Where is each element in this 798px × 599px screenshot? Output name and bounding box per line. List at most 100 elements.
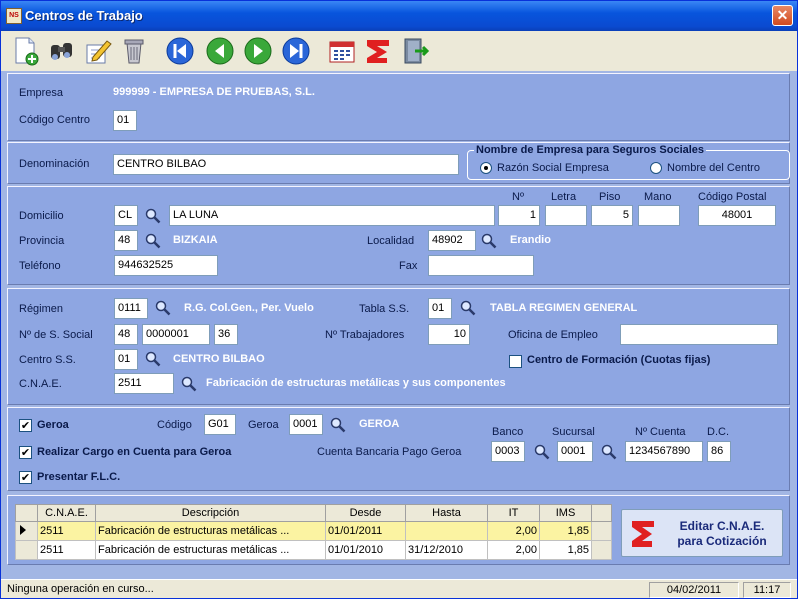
table-header-desde[interactable]: Desde xyxy=(325,504,406,522)
fax-label: Fax xyxy=(399,260,418,272)
cnae-label: C.N.A.E. xyxy=(19,378,62,390)
empresa-value: 999999 - EMPRESA DE PRUEBAS, S.L. xyxy=(113,86,315,98)
regimen-desc: R.G. Col.Gen., Per. Vuelo xyxy=(184,302,314,314)
table-row[interactable]: 2511 Fabricación de estructuras metálica… xyxy=(15,540,612,560)
table-header-descripcion[interactable]: Descripción xyxy=(95,504,326,522)
calendar-icon[interactable] xyxy=(327,35,357,67)
trabajadores-label: Nº Trabajadores xyxy=(325,329,405,341)
localidad-search-icon[interactable] xyxy=(481,233,497,249)
nss-part1-input[interactable]: 48 xyxy=(114,324,138,345)
telefono-input[interactable]: 944632525 xyxy=(114,255,218,276)
trabajadores-input[interactable]: 10 xyxy=(428,324,470,345)
localidad-code-input[interactable]: 48902 xyxy=(428,230,476,251)
geroa-codigo-label: Código xyxy=(157,419,192,431)
oficina-empleo-input[interactable] xyxy=(620,324,778,345)
centro-formacion-checkbox[interactable] xyxy=(509,355,522,368)
sucursal-input[interactable]: 0001 xyxy=(557,441,593,462)
via-type-input[interactable]: CL xyxy=(114,205,138,226)
tariff-logo-icon[interactable] xyxy=(363,35,393,67)
table-header-hasta[interactable]: Hasta xyxy=(405,504,488,522)
table-header-it[interactable]: IT xyxy=(487,504,540,522)
last-record-icon[interactable] xyxy=(281,35,311,67)
razon-social-radio[interactable] xyxy=(480,162,492,174)
table-row[interactable]: 2511 Fabricación de estructuras metálica… xyxy=(15,521,612,541)
regimen-search-icon[interactable] xyxy=(155,300,171,316)
dc-input[interactable]: 86 xyxy=(707,441,731,462)
cell-desde[interactable]: 01/01/2010 xyxy=(325,540,406,560)
numero-input[interactable]: 1 xyxy=(498,205,540,226)
cuenta-num-input[interactable]: 1234567890 xyxy=(625,441,703,462)
mano-input[interactable] xyxy=(638,205,680,226)
cell-cnae[interactable]: 2511 xyxy=(37,521,96,541)
previous-record-icon[interactable] xyxy=(205,35,235,67)
first-record-icon[interactable] xyxy=(165,35,195,67)
tabla-ss-search-icon[interactable] xyxy=(460,300,476,316)
cell-it[interactable]: 2,00 xyxy=(487,521,540,541)
edit-document-icon[interactable] xyxy=(83,35,113,67)
cuenta-bancaria-label: Cuenta Bancaria Pago Geroa xyxy=(317,446,462,458)
geroa-codigo-input[interactable]: G01 xyxy=(204,414,236,435)
provincia-search-icon[interactable] xyxy=(145,233,161,249)
codigo-postal-input[interactable]: 48001 xyxy=(698,205,776,226)
provincia-code-input[interactable]: 48 xyxy=(114,230,138,251)
sucursal-search-icon[interactable] xyxy=(601,444,617,460)
table-header-cnae[interactable]: C.N.A.E. xyxy=(37,504,96,522)
nss-part3-input[interactable]: 36 xyxy=(214,324,238,345)
geroa-search-icon[interactable] xyxy=(330,417,346,433)
via-search-icon[interactable] xyxy=(145,208,161,224)
geroa-checkbox[interactable]: ✔ xyxy=(19,419,32,432)
cnae-search-icon[interactable] xyxy=(181,376,197,392)
calle-input[interactable]: LA LUNA xyxy=(169,205,495,226)
letra-input[interactable] xyxy=(545,205,587,226)
fax-input[interactable] xyxy=(428,255,534,276)
piso-label: Piso xyxy=(599,191,621,203)
tabla-ss-code-input[interactable]: 01 xyxy=(428,298,452,319)
geroa-code-input[interactable]: 0001 xyxy=(289,414,323,435)
piso-input[interactable]: 5 xyxy=(591,205,633,226)
table-header-ims[interactable]: IMS xyxy=(539,504,592,522)
seguros-sociales-group-title: Nombre de Empresa para Seguros Sociales xyxy=(474,144,707,156)
geroa-check-label: Geroa xyxy=(37,419,69,431)
cell-descripcion[interactable]: Fabricación de estructuras metálicas ... xyxy=(95,540,326,560)
banco-search-icon[interactable] xyxy=(534,444,550,460)
cargo-cuenta-checkbox[interactable]: ✔ xyxy=(19,446,32,459)
close-button[interactable]: ✕ xyxy=(772,5,793,26)
cell-descripcion[interactable]: Fabricación de estructuras metálicas ... xyxy=(95,521,326,541)
window-title: Centros de Trabajo xyxy=(25,8,143,23)
cell-it[interactable]: 2,00 xyxy=(487,540,540,560)
cell-hasta[interactable] xyxy=(405,521,488,541)
nombre-centro-radio[interactable] xyxy=(650,162,662,174)
cnae-code-input[interactable]: 2511 xyxy=(114,373,174,394)
status-date: 04/02/2011 xyxy=(649,582,739,598)
nss-label: Nº de S. Social xyxy=(19,329,93,341)
flc-checkbox[interactable]: ✔ xyxy=(19,471,32,484)
editar-cnae-button[interactable]: Editar C.N.A.E. para Cotización xyxy=(621,509,783,557)
denominacion-input[interactable]: CENTRO BILBAO xyxy=(113,154,459,175)
cnae-table: C.N.A.E. Descripción Desde Hasta IT IMS … xyxy=(15,504,612,560)
cell-cnae[interactable]: 2511 xyxy=(37,540,96,560)
regimen-code-input[interactable]: 0111 xyxy=(114,298,148,319)
delete-trash-icon[interactable] xyxy=(119,35,149,67)
search-binoculars-icon[interactable] xyxy=(47,35,77,67)
banco-input[interactable]: 0003 xyxy=(491,441,525,462)
next-record-icon[interactable] xyxy=(243,35,273,67)
centro-ss-code-input[interactable]: 01 xyxy=(114,349,138,370)
tariff-logo-icon xyxy=(632,521,654,547)
centro-ss-search-icon[interactable] xyxy=(145,351,161,367)
telefono-label: Teléfono xyxy=(19,260,61,272)
cell-desde[interactable]: 01/01/2011 xyxy=(325,521,406,541)
row-indicator-empty xyxy=(15,540,38,560)
cell-ims[interactable]: 1,85 xyxy=(539,521,592,541)
provincia-name: BIZKAIA xyxy=(173,234,218,246)
exit-door-icon[interactable] xyxy=(401,35,431,67)
cell-hasta[interactable]: 31/12/2010 xyxy=(405,540,488,560)
nss-part2-input[interactable]: 0000001 xyxy=(142,324,210,345)
banco-label: Banco xyxy=(492,426,524,438)
cell-spacer xyxy=(591,521,612,541)
flc-label: Presentar F.L.C. xyxy=(37,471,121,483)
title-bar: NS Centros de Trabajo ✕ xyxy=(1,1,797,31)
new-document-icon[interactable] xyxy=(11,35,41,67)
codigo-centro-input[interactable]: 01 xyxy=(113,110,137,131)
cell-ims[interactable]: 1,85 xyxy=(539,540,592,560)
centro-formacion-label: Centro de Formación (Cuotas fijas) xyxy=(527,354,711,366)
